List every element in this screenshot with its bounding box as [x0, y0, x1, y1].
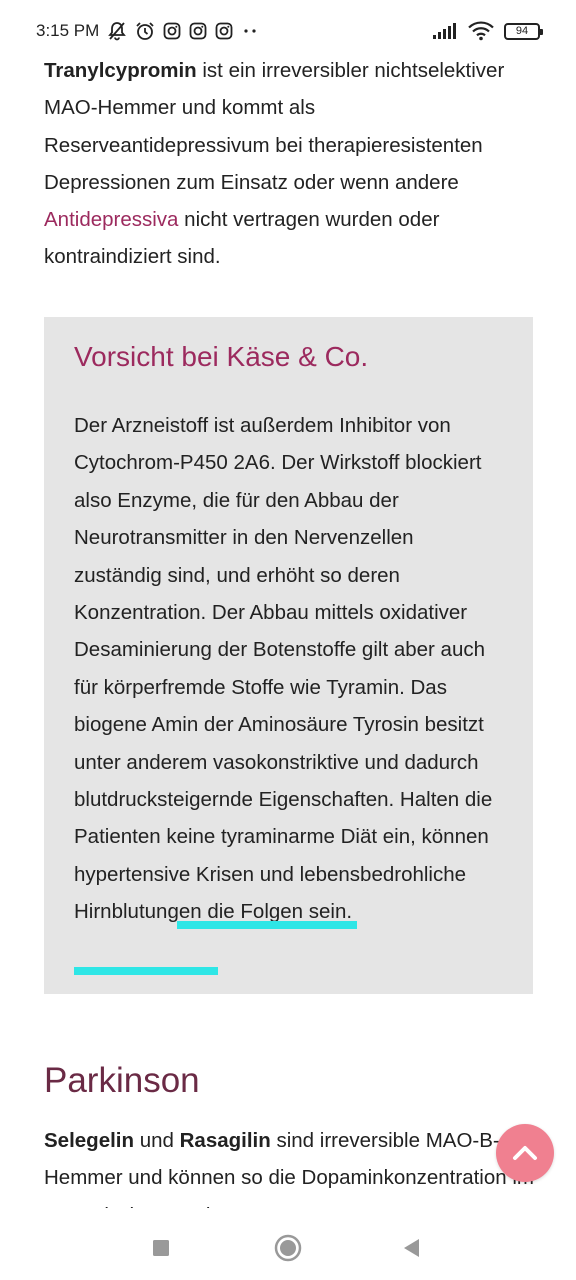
- more-dots-icon: [244, 29, 256, 33]
- battery-level: 94: [515, 24, 529, 37]
- alarm-icon: [136, 22, 154, 40]
- conjunction: und: [134, 1129, 180, 1152]
- instagram-icon: [189, 22, 207, 40]
- parkinson-paragraph: Selegelin und Rasagilin sind irreversibl…: [44, 1122, 534, 1208]
- back-triangle-icon: [404, 1239, 419, 1257]
- back-button[interactable]: [392, 1216, 432, 1280]
- status-right: 94: [432, 21, 543, 41]
- antidepressiva-link[interactable]: Antidepressiva: [44, 208, 178, 231]
- instagram-icon: [215, 22, 233, 40]
- intro-paragraph: Tranylcypromin ist ein irreversibler nic…: [44, 52, 534, 276]
- instagram-icon: [163, 22, 181, 40]
- callout-body: Der Arzneistoff ist außerdem Inhibitor v…: [74, 407, 503, 931]
- wifi-icon: [468, 21, 494, 41]
- callout-box: Vorsicht bei Käse & Co. Der Arzneistoff …: [44, 317, 533, 994]
- section-title-parkinson: Parkinson: [44, 1061, 200, 1100]
- silent-bell-icon: [108, 22, 127, 41]
- term-selegelin: Selegelin: [44, 1129, 135, 1152]
- notification-icons: [107, 21, 259, 41]
- home-button[interactable]: [266, 1216, 310, 1280]
- status-time: 3:15 PM: [36, 21, 100, 40]
- highlight-underline: [74, 967, 218, 975]
- scroll-to-top-button[interactable]: [496, 1124, 554, 1182]
- battery-icon: 94: [504, 22, 543, 40]
- article: Tranylcypromin ist ein irreversibler nic…: [44, 52, 534, 276]
- home-circle-icon: [274, 1234, 302, 1262]
- navigation-bar: [0, 1216, 576, 1280]
- chevron-up-icon: [513, 1146, 537, 1160]
- signal-icon: [433, 23, 456, 39]
- callout-title: Vorsicht bei Käse & Co.: [74, 341, 369, 372]
- highlight-underline: [177, 921, 357, 929]
- term-rasagilin: Rasagilin: [179, 1129, 271, 1152]
- callout-text-end: die Folgen sein.: [201, 900, 353, 924]
- callout-text: Der Arzneistoff ist außerdem Inhibitor v…: [74, 414, 493, 886]
- recents-square-icon: [153, 1240, 169, 1256]
- recents-button[interactable]: [140, 1216, 182, 1280]
- term-tranylcypromin: Tranylcypromin: [44, 59, 197, 82]
- status-left: 3:15 PM: [36, 21, 259, 41]
